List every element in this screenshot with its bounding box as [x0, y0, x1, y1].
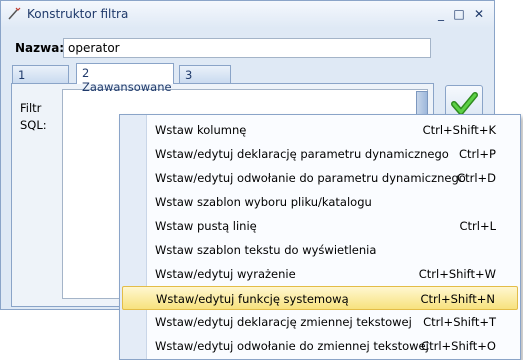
- sql-filter-label-line2: SQL:: [20, 118, 47, 132]
- menu-item-label: Wstaw kolumnę: [155, 123, 247, 137]
- menu-item-text-variable-reference[interactable]: Wstaw/edytuj odwołanie do zmiennej tekst…: [122, 334, 518, 358]
- menu-item-label: Wstaw pustą linię: [155, 219, 257, 233]
- menu-item-shortcut: Ctrl+Shift+O: [421, 339, 496, 353]
- sql-filter-label-line1: Filtr: [20, 101, 42, 115]
- menu-item-dynamic-param-reference[interactable]: Wstaw/edytuj odwołanie do parametru dyna…: [122, 166, 518, 190]
- maximize-button[interactable]: □: [450, 6, 468, 22]
- menu-item-shortcut: Ctrl+Shift+W: [418, 267, 496, 281]
- menu-item-shortcut: Ctrl+Shift+T: [423, 315, 496, 329]
- menu-item-label: Wstaw szablon wyboru pliku/katalogu: [155, 195, 372, 209]
- menu-item-shortcut: Ctrl+Shift+K: [422, 123, 496, 137]
- menu-item-label: Wstaw/edytuj odwołanie do parametru dyna…: [155, 171, 466, 185]
- context-menu: Wstaw kolumnę Ctrl+Shift+K Wstaw/edytuj …: [119, 114, 521, 360]
- name-input[interactable]: [63, 38, 431, 58]
- menu-item-label: Wstaw/edytuj deklarację zmiennej tekstow…: [155, 315, 412, 329]
- menu-item-expression[interactable]: Wstaw/edytuj wyrażenie Ctrl+Shift+W: [122, 262, 518, 286]
- menu-item-shortcut: Ctrl+Shift+N: [420, 292, 495, 306]
- menu-item-label: Wstaw szablon tekstu do wyświetlenia: [155, 243, 377, 257]
- menu-item-dynamic-param-declaration[interactable]: Wstaw/edytuj deklarację parametru dynami…: [122, 142, 518, 166]
- tab-advanced[interactable]: 2 Zaawansowane: [76, 63, 174, 94]
- tab-options[interactable]: 3 Opcje: [179, 65, 231, 96]
- name-label: Nazwa:: [15, 41, 65, 55]
- tab-general[interactable]: 1 Ogólne: [12, 65, 69, 96]
- menu-item-insert-column[interactable]: Wstaw kolumnę Ctrl+Shift+K: [122, 118, 518, 142]
- menu-item-label: Wstaw/edytuj wyrażenie: [155, 267, 296, 281]
- menu-item-label: Wstaw/edytuj funkcję systemową: [156, 292, 349, 306]
- menu-item-text-variable-declaration[interactable]: Wstaw/edytuj deklarację zmiennej tekstow…: [122, 310, 518, 334]
- minimize-button[interactable]: _: [432, 6, 450, 22]
- close-button[interactable]: ✕: [470, 6, 488, 22]
- menu-item-shortcut: Ctrl+D: [457, 171, 496, 185]
- menu-item-system-function[interactable]: Wstaw/edytuj funkcję systemową Ctrl+Shif…: [122, 286, 518, 310]
- sql-filter-label: Filtr SQL:: [20, 100, 47, 134]
- window-title: Konstruktor filtra: [27, 7, 129, 21]
- menu-item-file-picker-template[interactable]: Wstaw szablon wyboru pliku/katalogu: [122, 190, 518, 214]
- menu-item-label: Wstaw/edytuj odwołanie do zmiennej tekst…: [155, 339, 429, 353]
- filter-wand-icon: [8, 7, 21, 20]
- title-bar[interactable]: Konstruktor filtra _ □ ✕: [1, 1, 494, 28]
- menu-item-label: Wstaw/edytuj deklarację parametru dynami…: [155, 147, 449, 161]
- menu-item-shortcut: Ctrl+L: [459, 219, 496, 233]
- menu-item-empty-line[interactable]: Wstaw pustą linię Ctrl+L: [122, 214, 518, 238]
- menu-item-display-text-template[interactable]: Wstaw szablon tekstu do wyświetlenia: [122, 238, 518, 262]
- menu-item-shortcut: Ctrl+P: [458, 147, 496, 161]
